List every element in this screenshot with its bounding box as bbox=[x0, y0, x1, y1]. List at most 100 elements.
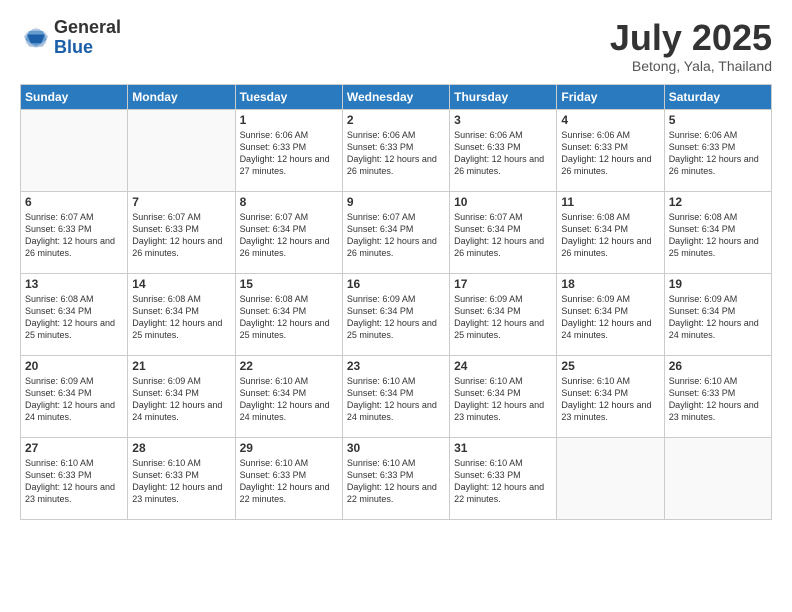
calendar-day-header: Wednesday bbox=[342, 84, 449, 109]
day-number: 20 bbox=[25, 359, 123, 373]
location: Betong, Yala, Thailand bbox=[610, 58, 772, 74]
day-number: 23 bbox=[347, 359, 445, 373]
day-info: Sunrise: 6:09 AM Sunset: 6:34 PM Dayligh… bbox=[669, 293, 767, 342]
day-info: Sunrise: 6:06 AM Sunset: 6:33 PM Dayligh… bbox=[347, 129, 445, 178]
day-info: Sunrise: 6:08 AM Sunset: 6:34 PM Dayligh… bbox=[669, 211, 767, 260]
day-number: 9 bbox=[347, 195, 445, 209]
day-info: Sunrise: 6:10 AM Sunset: 6:34 PM Dayligh… bbox=[454, 375, 552, 424]
calendar-day-header: Thursday bbox=[450, 84, 557, 109]
day-number: 11 bbox=[561, 195, 659, 209]
title-area: July 2025 Betong, Yala, Thailand bbox=[610, 18, 772, 74]
calendar-day-header: Monday bbox=[128, 84, 235, 109]
day-number: 1 bbox=[240, 113, 338, 127]
day-number: 16 bbox=[347, 277, 445, 291]
day-number: 21 bbox=[132, 359, 230, 373]
day-info: Sunrise: 6:10 AM Sunset: 6:33 PM Dayligh… bbox=[347, 457, 445, 506]
day-number: 12 bbox=[669, 195, 767, 209]
calendar-week-row: 1 Sunrise: 6:06 AM Sunset: 6:33 PM Daylig… bbox=[21, 109, 772, 191]
calendar-day-header: Tuesday bbox=[235, 84, 342, 109]
day-number: 25 bbox=[561, 359, 659, 373]
logo: General Blue bbox=[20, 18, 121, 58]
calendar-cell: 13Sunrise: 6:08 AM Sunset: 6:34 PM Dayli… bbox=[21, 273, 128, 355]
calendar-cell: 7Sunrise: 6:07 AM Sunset: 6:33 PM Daylig… bbox=[128, 191, 235, 273]
month-title: July 2025 bbox=[610, 18, 772, 58]
calendar-cell bbox=[128, 109, 235, 191]
calendar-day-header: Saturday bbox=[664, 84, 771, 109]
day-number: 2 bbox=[347, 113, 445, 127]
day-number: 31 bbox=[454, 441, 552, 455]
calendar-header-row: SundayMondayTuesdayWednesdayThursdayFrid… bbox=[21, 84, 772, 109]
day-info: Sunrise: 6:10 AM Sunset: 6:34 PM Dayligh… bbox=[561, 375, 659, 424]
calendar-cell: 15 Sunrise: 6:08 AM Sunset: 6:34 PM Dayli… bbox=[235, 273, 342, 355]
calendar-cell: 18Sunrise: 6:09 AM Sunset: 6:34 PM Dayli… bbox=[557, 273, 664, 355]
logo-text: General Blue bbox=[54, 18, 121, 58]
calendar-cell: 29Sunrise: 6:10 AM Sunset: 6:33 PM Dayli… bbox=[235, 437, 342, 519]
day-number: 3 bbox=[454, 113, 552, 127]
calendar-cell: 28Sunrise: 6:10 AM Sunset: 6:33 PM Dayli… bbox=[128, 437, 235, 519]
day-info: Sunrise: 6:08 AM Sunset: 6:34 PM Dayligh… bbox=[132, 293, 230, 342]
day-number: 26 bbox=[669, 359, 767, 373]
calendar-cell: 25 Sunrise: 6:10 AM Sunset: 6:34 PM Dayli… bbox=[557, 355, 664, 437]
calendar-cell: 21 Sunrise: 6:09 AM Sunset: 6:34 PM Dayli… bbox=[128, 355, 235, 437]
calendar-cell: 8Sunrise: 6:07 AM Sunset: 6:34 PM Daylig… bbox=[235, 191, 342, 273]
calendar-cell: 19Sunrise: 6:09 AM Sunset: 6:34 PM Dayli… bbox=[664, 273, 771, 355]
calendar-cell: 16 Sunrise: 6:09 AM Sunset: 6:34 PM Dayli… bbox=[342, 273, 449, 355]
calendar-cell: 26 Sunrise: 6:10 AM Sunset: 6:33 PM Dayli… bbox=[664, 355, 771, 437]
calendar-cell: 11 Sunrise: 6:08 AM Sunset: 6:34 PM Dayli… bbox=[557, 191, 664, 273]
day-info: Sunrise: 6:08 AM Sunset: 6:34 PM Dayligh… bbox=[240, 293, 338, 342]
day-number: 4 bbox=[561, 113, 659, 127]
day-info: Sunrise: 6:09 AM Sunset: 6:34 PM Dayligh… bbox=[454, 293, 552, 342]
day-number: 15 bbox=[240, 277, 338, 291]
page: General Blue July 2025 Betong, Yala, Tha… bbox=[0, 0, 792, 612]
calendar-cell: 17 Sunrise: 6:09 AM Sunset: 6:34 PM Dayli… bbox=[450, 273, 557, 355]
logo-general: General bbox=[54, 18, 121, 38]
calendar-cell: 9Sunrise: 6:07 AM Sunset: 6:34 PM Daylig… bbox=[342, 191, 449, 273]
calendar-cell: 23 Sunrise: 6:10 AM Sunset: 6:34 PM Dayli… bbox=[342, 355, 449, 437]
calendar-day-header: Friday bbox=[557, 84, 664, 109]
calendar-cell: 1Sunrise: 6:06 AM Sunset: 6:33 PM Daylig… bbox=[235, 109, 342, 191]
day-info: Sunrise: 6:07 AM Sunset: 6:34 PM Dayligh… bbox=[454, 211, 552, 260]
day-info: Sunrise: 6:10 AM Sunset: 6:33 PM Dayligh… bbox=[132, 457, 230, 506]
day-info: Sunrise: 6:10 AM Sunset: 6:33 PM Dayligh… bbox=[669, 375, 767, 424]
day-number: 17 bbox=[454, 277, 552, 291]
day-info: Sunrise: 6:07 AM Sunset: 6:33 PM Dayligh… bbox=[132, 211, 230, 260]
day-info: Sunrise: 6:10 AM Sunset: 6:33 PM Dayligh… bbox=[25, 457, 123, 506]
calendar-cell: 27 Sunrise: 6:10 AM Sunset: 6:33 PM Dayli… bbox=[21, 437, 128, 519]
calendar-cell bbox=[21, 109, 128, 191]
day-info: Sunrise: 6:09 AM Sunset: 6:34 PM Dayligh… bbox=[561, 293, 659, 342]
day-number: 22 bbox=[240, 359, 338, 373]
day-number: 27 bbox=[25, 441, 123, 455]
calendar-cell: 10 Sunrise: 6:07 AM Sunset: 6:34 PM Dayli… bbox=[450, 191, 557, 273]
day-number: 5 bbox=[669, 113, 767, 127]
logo-blue: Blue bbox=[54, 38, 121, 58]
calendar-day-header: Sunday bbox=[21, 84, 128, 109]
calendar-cell: 14Sunrise: 6:08 AM Sunset: 6:34 PM Dayli… bbox=[128, 273, 235, 355]
calendar-cell: 31 Sunrise: 6:10 AM Sunset: 6:33 PM Dayli… bbox=[450, 437, 557, 519]
day-info: Sunrise: 6:10 AM Sunset: 6:33 PM Dayligh… bbox=[454, 457, 552, 506]
day-info: Sunrise: 6:06 AM Sunset: 6:33 PM Dayligh… bbox=[561, 129, 659, 178]
day-info: Sunrise: 6:10 AM Sunset: 6:34 PM Dayligh… bbox=[347, 375, 445, 424]
day-number: 6 bbox=[25, 195, 123, 209]
logo-icon bbox=[22, 24, 50, 52]
day-info: Sunrise: 6:09 AM Sunset: 6:34 PM Dayligh… bbox=[132, 375, 230, 424]
day-number: 10 bbox=[454, 195, 552, 209]
calendar-cell: 24Sunrise: 6:10 AM Sunset: 6:34 PM Dayli… bbox=[450, 355, 557, 437]
calendar-cell bbox=[557, 437, 664, 519]
calendar-week-row: 13Sunrise: 6:08 AM Sunset: 6:34 PM Dayli… bbox=[21, 273, 772, 355]
calendar-cell: 3 Sunrise: 6:06 AM Sunset: 6:33 PM Daylig… bbox=[450, 109, 557, 191]
calendar-week-row: 27 Sunrise: 6:10 AM Sunset: 6:33 PM Dayli… bbox=[21, 437, 772, 519]
calendar-week-row: 20 Sunrise: 6:09 AM Sunset: 6:34 PM Dayli… bbox=[21, 355, 772, 437]
calendar-cell: 30Sunrise: 6:10 AM Sunset: 6:33 PM Dayli… bbox=[342, 437, 449, 519]
calendar-cell: 5Sunrise: 6:06 AM Sunset: 6:33 PM Daylig… bbox=[664, 109, 771, 191]
calendar-cell: 2 Sunrise: 6:06 AM Sunset: 6:33 PM Daylig… bbox=[342, 109, 449, 191]
header: General Blue July 2025 Betong, Yala, Tha… bbox=[20, 18, 772, 74]
day-info: Sunrise: 6:09 AM Sunset: 6:34 PM Dayligh… bbox=[347, 293, 445, 342]
day-info: Sunrise: 6:08 AM Sunset: 6:34 PM Dayligh… bbox=[561, 211, 659, 260]
day-info: Sunrise: 6:07 AM Sunset: 6:33 PM Dayligh… bbox=[25, 211, 123, 260]
day-number: 29 bbox=[240, 441, 338, 455]
day-number: 8 bbox=[240, 195, 338, 209]
day-info: Sunrise: 6:10 AM Sunset: 6:34 PM Dayligh… bbox=[240, 375, 338, 424]
calendar-table: SundayMondayTuesdayWednesdayThursdayFrid… bbox=[20, 84, 772, 520]
day-info: Sunrise: 6:06 AM Sunset: 6:33 PM Dayligh… bbox=[454, 129, 552, 178]
calendar-cell: 4 Sunrise: 6:06 AM Sunset: 6:33 PM Daylig… bbox=[557, 109, 664, 191]
